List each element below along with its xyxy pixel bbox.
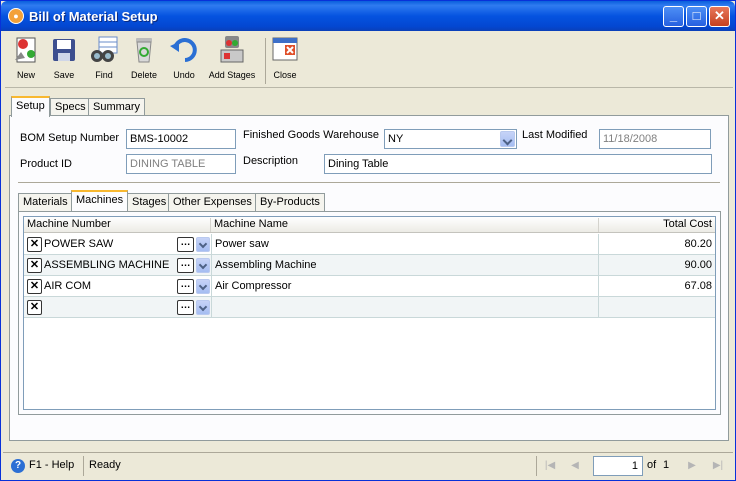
new-document-icon (15, 37, 36, 63)
tab-machines[interactable]: Machines (71, 190, 129, 211)
ellipsis-icon[interactable]: … (177, 237, 194, 252)
last-modified-label: Last Modified (522, 129, 588, 141)
new-button[interactable]: New (9, 34, 43, 86)
tab-materials[interactable]: Materials (18, 193, 73, 211)
recycle-bin-icon (136, 38, 152, 63)
product-id-label: Product ID (20, 158, 72, 170)
header-total-cost[interactable]: Total Cost (599, 218, 715, 232)
warehouse-label: Finished Goods Warehouse (243, 129, 379, 141)
machines-grid: Machine Number Machine Name Total Cost ✕… (23, 216, 716, 410)
tab-specs[interactable]: Specs (50, 98, 91, 116)
warehouse-value: NY (388, 133, 404, 145)
page-number-input[interactable]: 1 (593, 456, 643, 476)
description-field[interactable]: Dining Table (324, 154, 712, 174)
find-button[interactable]: Find (87, 34, 121, 86)
grid-header: Machine Number Machine Name Total Cost (24, 217, 715, 233)
app-icon: ● (8, 8, 24, 24)
status-text: Ready (89, 459, 121, 471)
close-button[interactable]: Close (268, 34, 302, 86)
help-text[interactable]: F1 - Help (29, 459, 74, 471)
binoculars-icon (91, 36, 118, 62)
cell-machine-number[interactable]: AIR COM (41, 276, 176, 296)
delete-button[interactable]: Delete (127, 34, 161, 86)
cell-machine-name[interactable]: Assembling Machine (211, 255, 599, 275)
toolbar-separator (265, 38, 266, 84)
ellipsis-icon[interactable]: … (177, 300, 194, 315)
floppy-disk-icon (53, 39, 75, 61)
add-stages-button[interactable]: Add Stages (205, 34, 259, 86)
delete-row-icon[interactable]: ✕ (27, 300, 42, 315)
chevron-down-icon[interactable] (196, 300, 210, 315)
cell-machine-name[interactable] (211, 297, 599, 317)
table-row[interactable]: ✕ AIR COM … Air Compressor 67.08 (24, 276, 715, 297)
product-id-field[interactable]: DINING TABLE (126, 154, 236, 174)
cell-total-cost[interactable]: 67.08 (599, 276, 715, 296)
toolbar: New Save Find Delete Undo Add Stages Clo… (5, 32, 733, 88)
undo-arrow-icon (170, 38, 197, 62)
ellipsis-icon[interactable]: … (177, 258, 194, 273)
ellipsis-icon[interactable]: … (177, 279, 194, 294)
minimize-button[interactable]: _ (663, 6, 684, 27)
table-row[interactable]: ✕ ASSEMBLING MACHINE … Assembling Machin… (24, 255, 715, 276)
title-bar: ● Bill of Material Setup _ □ ✕ (1, 1, 735, 31)
help-icon[interactable]: ? (11, 459, 25, 473)
previous-page-icon[interactable]: ◀ (566, 458, 584, 474)
cell-machine-number[interactable] (41, 297, 176, 317)
last-page-icon[interactable]: ▶| (709, 458, 727, 474)
header-machine-name[interactable]: Machine Name (211, 218, 599, 232)
window-title: Bill of Material Setup (29, 9, 158, 24)
maximize-button[interactable]: □ (686, 6, 707, 27)
chevron-down-icon[interactable] (196, 279, 210, 294)
status-separator (83, 456, 84, 476)
cell-machine-name[interactable]: Air Compressor (211, 276, 599, 296)
description-label: Description (243, 155, 299, 167)
add-stages-icon (220, 36, 244, 63)
tab-stages[interactable]: Stages (127, 193, 172, 211)
status-separator (536, 456, 537, 476)
page-of-label: of (647, 459, 657, 471)
table-row[interactable]: ✕ POWER SAW … Power saw 80.20 (24, 234, 715, 255)
cell-machine-number[interactable]: POWER SAW (41, 234, 176, 254)
tab-summary[interactable]: Summary (88, 98, 146, 116)
cell-total-cost[interactable]: 80.20 (599, 234, 715, 254)
main-panel: Setup Specs Summary BOM Setup Number BMS… (9, 96, 729, 441)
warehouse-select[interactable]: NY (384, 129, 517, 149)
save-button[interactable]: Save (47, 34, 81, 86)
bom-setup-number-label: BOM Setup Number (20, 132, 120, 144)
status-bar: ? F1 - Help Ready |◀ ◀ 1 of 1 ▶ ▶| (3, 452, 733, 478)
delete-row-icon[interactable]: ✕ (27, 258, 42, 273)
tab-by-products[interactable]: By-Products (255, 193, 325, 211)
cell-total-cost[interactable] (599, 297, 715, 317)
next-page-icon[interactable]: ▶ (683, 458, 701, 474)
machines-tab-body: Machine Number Machine Name Total Cost ✕… (18, 211, 721, 415)
close-form-icon (272, 37, 298, 61)
setup-tab-body: BOM Setup Number BMS-10002 Finished Good… (9, 115, 729, 441)
chevron-down-icon[interactable] (196, 237, 210, 252)
delete-row-icon[interactable]: ✕ (27, 237, 42, 252)
close-window-button[interactable]: ✕ (709, 6, 730, 27)
cell-machine-name[interactable]: Power saw (211, 234, 599, 254)
chevron-down-icon[interactable] (500, 131, 515, 147)
tab-other-expenses[interactable]: Other Expenses (168, 193, 257, 211)
bom-setup-number-field[interactable]: BMS-10002 (126, 129, 236, 149)
total-pages: 1 (663, 459, 670, 471)
cell-machine-number[interactable]: ASSEMBLING MACHINE (41, 255, 176, 275)
table-row-new[interactable]: ✕ … (24, 297, 715, 318)
form-divider (18, 182, 720, 183)
header-machine-number[interactable]: Machine Number (24, 218, 211, 232)
delete-row-icon[interactable]: ✕ (27, 279, 42, 294)
first-page-icon[interactable]: |◀ (541, 458, 559, 474)
last-modified-field: 11/18/2008 (599, 129, 711, 149)
chevron-down-icon[interactable] (196, 258, 210, 273)
bom-setup-window: ● Bill of Material Setup _ □ ✕ New Save (0, 0, 736, 481)
tab-setup[interactable]: Setup (11, 96, 50, 117)
undo-button[interactable]: Undo (167, 34, 201, 86)
cell-total-cost[interactable]: 90.00 (599, 255, 715, 275)
